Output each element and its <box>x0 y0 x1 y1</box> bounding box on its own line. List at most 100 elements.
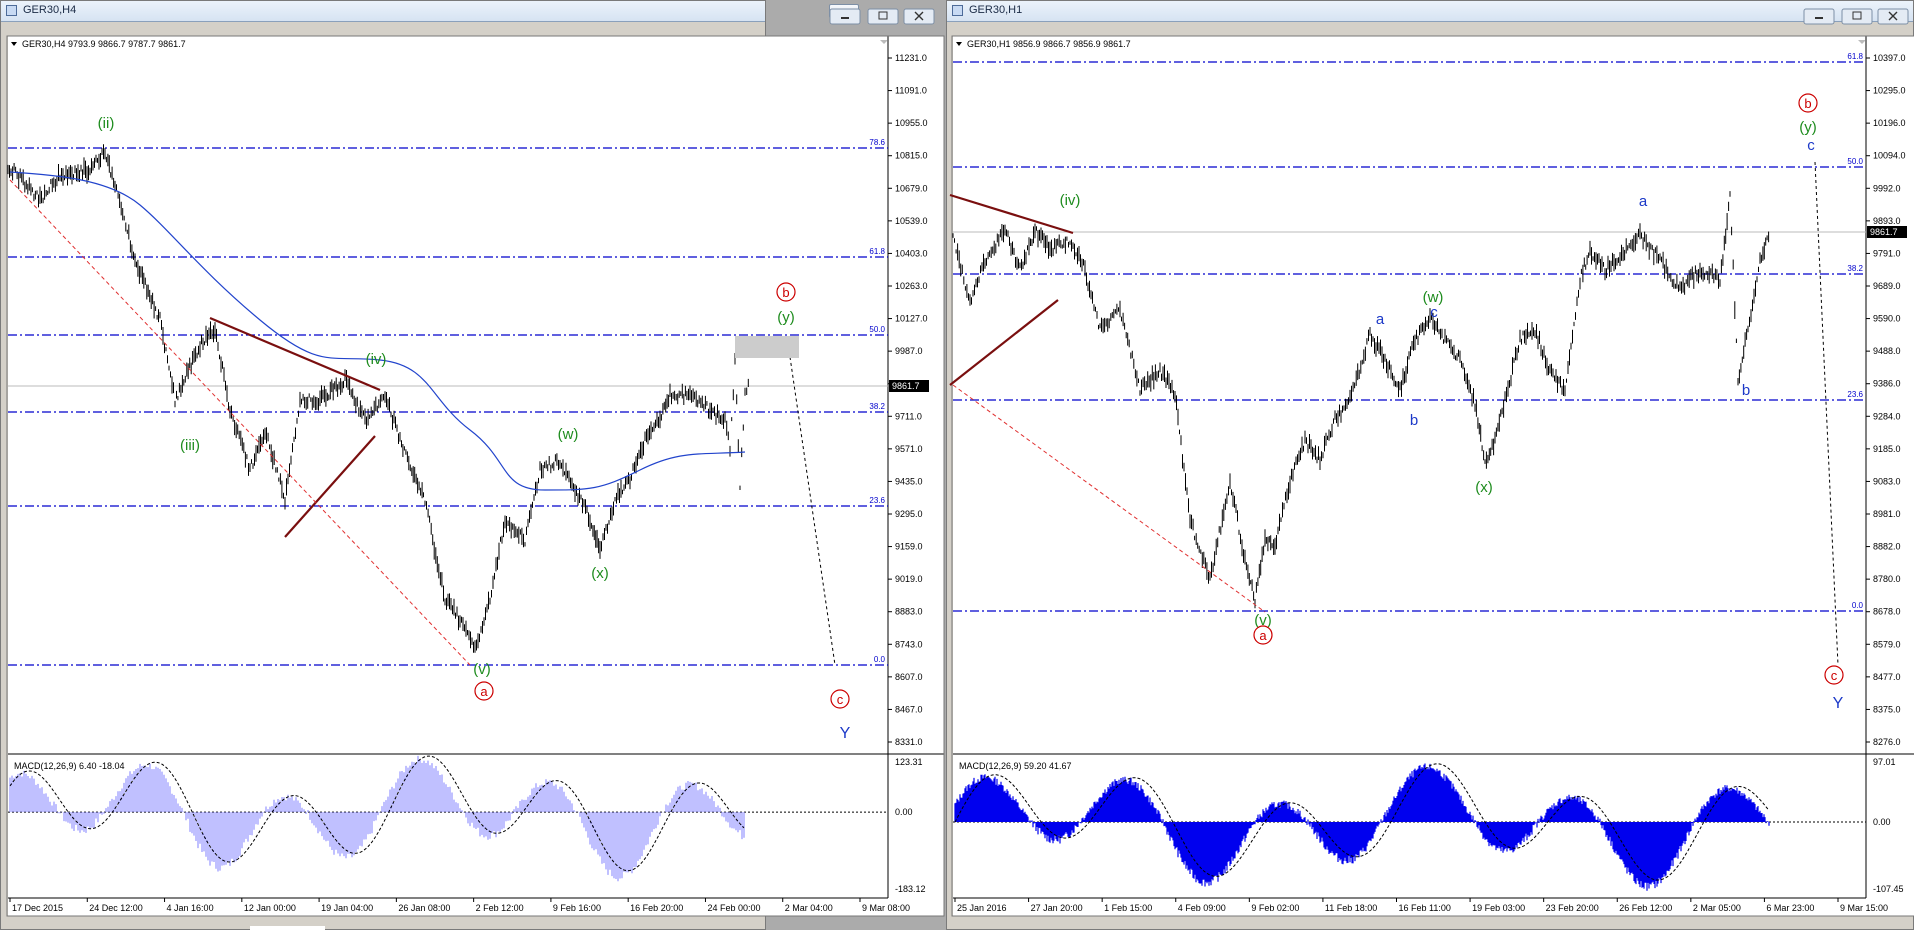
time-tick-label: 23 Feb 20:00 <box>1546 903 1599 913</box>
macd-tick-label: 123.31 <box>895 757 923 767</box>
time-tick-label: 25 Jan 2016 <box>957 903 1007 913</box>
price-tick-label: 9083.0 <box>1873 476 1901 486</box>
wave-label: a <box>1259 628 1267 643</box>
time-tick-label: 2 Mar 05:00 <box>1693 903 1741 913</box>
fib-level-label: 38.2 <box>869 402 885 411</box>
time-tick-label: 11 Feb 18:00 <box>1325 903 1377 913</box>
wave-label: (ii) <box>98 115 115 132</box>
wave-label: (y) <box>1799 119 1817 136</box>
restore-button[interactable] <box>867 8 899 25</box>
price-tick-label: 8607.0 <box>895 672 923 682</box>
wave-label: c <box>1807 137 1815 154</box>
fib-level-label: 23.6 <box>869 496 885 505</box>
price-tick-label: 11231.0 <box>895 53 927 63</box>
fib-level-label: 78.6 <box>869 138 885 147</box>
status-strip <box>250 926 325 930</box>
price-tag-label: 9861.7 <box>892 381 920 391</box>
macd-label: MACD(12,26,9) 59.20 41.67 <box>959 761 1072 771</box>
price-tick-label: 9386.0 <box>1873 379 1901 389</box>
price-tick-label: 10196.0 <box>1873 118 1906 128</box>
price-tick-label: 9711.0 <box>895 411 922 421</box>
price-tick-label: 9284.0 <box>1873 411 1901 421</box>
target-zone <box>735 336 799 358</box>
minimize-icon <box>1815 17 1823 19</box>
price-tick-label: 8477.0 <box>1873 672 1901 682</box>
price-tick-label: 9893.0 <box>1873 216 1901 226</box>
wave-label: (x) <box>1475 479 1493 496</box>
title-buttons <box>1803 8 1909 25</box>
macd-label: MACD(12,26,9) 6.40 -18.04 <box>14 761 125 771</box>
fib-level-label: 0.0 <box>1852 601 1864 610</box>
macd-tick-label: 0.00 <box>1873 817 1891 827</box>
minimize-button[interactable] <box>1803 8 1835 25</box>
chart-header: GER30,H4 9793.9 9866.7 9787.7 9861.7 <box>22 39 186 49</box>
time-tick-label: 24 Dec 12:00 <box>89 903 143 913</box>
title-buttons <box>829 8 935 25</box>
price-tick-label: 10127.0 <box>895 314 928 324</box>
time-tick-label: 12 Jan 00:00 <box>244 903 296 913</box>
price-tick-label: 8981.0 <box>1873 509 1901 519</box>
wave-label: a <box>1639 193 1648 210</box>
wave-label: (w) <box>558 426 579 443</box>
time-tick-label: 9 Mar 08:00 <box>862 903 910 913</box>
price-tick-label: 10955.0 <box>895 118 928 128</box>
time-tick-label: 6 Mar 23:00 <box>1766 903 1814 913</box>
minimize-icon <box>841 17 849 19</box>
price-tick-label: 10397.0 <box>1873 53 1906 63</box>
fib-level-label: 50.0 <box>1847 157 1863 166</box>
wave-label: b <box>1804 96 1811 111</box>
wave-label: a <box>1376 311 1385 328</box>
fib-level-label: 61.8 <box>869 247 885 256</box>
price-tick-label: 9159.0 <box>895 542 923 552</box>
wave-label: a <box>480 684 488 699</box>
time-tick-label: 19 Jan 04:00 <box>321 903 373 913</box>
time-tick-label: 9 Mar 15:00 <box>1840 903 1888 913</box>
time-tick-label: 4 Feb 09:00 <box>1178 903 1226 913</box>
wave-label: (w) <box>1423 289 1444 306</box>
price-tick-label: 10539.0 <box>895 216 928 226</box>
price-tick-label: 9185.0 <box>1873 444 1901 454</box>
minimize-button[interactable] <box>829 8 861 25</box>
macd-tick-label: -107.45 <box>1873 884 1904 894</box>
time-tick-label: 9 Feb 02:00 <box>1251 903 1299 913</box>
time-tick-label: 2 Mar 04:00 <box>785 903 833 913</box>
price-tick-label: 9791.0 <box>1873 248 1901 258</box>
time-tick-label: 4 Jan 16:00 <box>167 903 214 913</box>
wave-label: c <box>1831 668 1838 683</box>
price-tick-label: 8331.0 <box>895 737 923 747</box>
price-tick-label: 8678.0 <box>1873 607 1901 617</box>
price-tick-label: 10263.0 <box>895 281 928 291</box>
price-tag-label: 9861.7 <box>1870 227 1898 237</box>
price-tick-label: 9019.0 <box>895 574 923 584</box>
restore-button[interactable] <box>1841 8 1873 25</box>
price-tick-label: 10815.0 <box>895 151 928 161</box>
time-tick-label: 24 Feb 00:00 <box>707 903 760 913</box>
chart-pane-h1: 10397.0 10295.0 10196.0 10094.0 9992.0 9893.0… <box>949 35 1914 917</box>
macd-tick-label: 0.00 <box>895 807 913 817</box>
price-tick-label: 8882.0 <box>1873 542 1901 552</box>
wave-label: (iii) <box>180 437 200 454</box>
price-tick-label: 11091.0 <box>895 86 927 96</box>
time-tick-label: 1 Feb 15:00 <box>1104 903 1152 913</box>
chart-canvas[interactable]: 11231.0 11091.0 10955.0 10815.0 10679.0 10539… <box>0 0 1914 930</box>
price-tick-label: 9488.0 <box>1873 346 1901 356</box>
price-tick-label: 8579.0 <box>1873 639 1901 649</box>
price-tick-label: 10295.0 <box>1873 86 1906 96</box>
time-tick-label: 2 Feb 12:00 <box>476 903 524 913</box>
price-tick-label: 8375.0 <box>1873 704 1901 714</box>
price-tick-label: 9571.0 <box>895 444 923 454</box>
macd-tick-label: 97.01 <box>1873 757 1896 767</box>
price-tick-label: 9435.0 <box>895 476 923 486</box>
time-tick-label: 27 Jan 20:00 <box>1031 903 1083 913</box>
wave-label: (iv) <box>366 351 387 368</box>
time-tick-label: 16 Feb 11:00 <box>1399 903 1451 913</box>
fib-level-label: 50.0 <box>869 325 885 334</box>
fib-level-label: 23.6 <box>1847 390 1863 399</box>
time-tick-label: 26 Feb 12:00 <box>1619 903 1672 913</box>
wave-label: (v) <box>473 661 491 678</box>
time-tick-label: 19 Feb 03:00 <box>1472 903 1525 913</box>
price-tick-label: 9689.0 <box>1873 281 1901 291</box>
wave-label: Y <box>840 725 851 742</box>
wave-label: (iv) <box>1060 192 1081 209</box>
time-tick-label: 26 Jan 08:00 <box>398 903 450 913</box>
